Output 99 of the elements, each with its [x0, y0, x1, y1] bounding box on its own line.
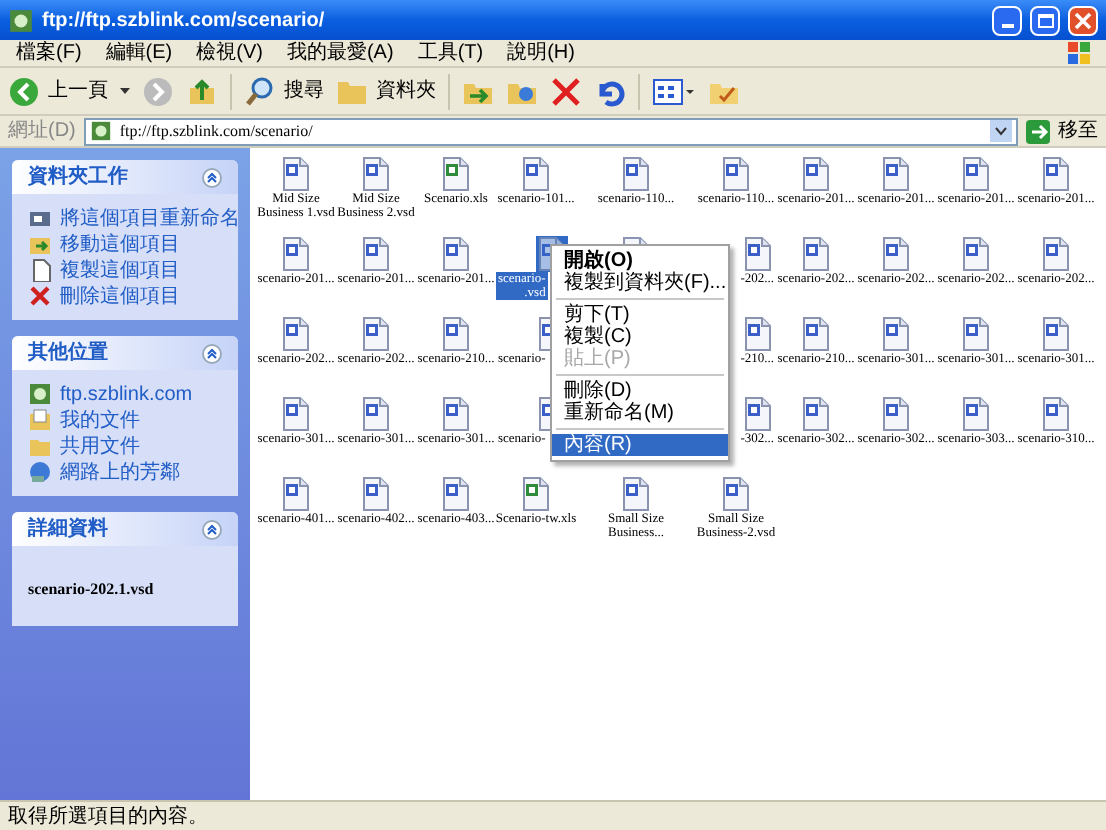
- context-menu-item[interactable]: 內容(R): [552, 434, 728, 456]
- task-link[interactable]: 刪除這個項目: [60, 285, 180, 307]
- menu-item[interactable]: 檔案(F): [16, 43, 82, 63]
- drawing-file-icon: [1040, 316, 1072, 352]
- drawing-file-icon: [960, 316, 992, 352]
- menu-item[interactable]: 檢視(V): [196, 43, 263, 63]
- context-menu-item[interactable]: 重新命名(M): [552, 402, 728, 424]
- drawing-file-icon: [360, 396, 392, 432]
- collapse-icon[interactable]: [202, 519, 222, 539]
- drawing-file-icon: [440, 316, 472, 352]
- task-link[interactable]: 複製這個項目: [60, 259, 180, 281]
- delete-icon[interactable]: [550, 75, 582, 107]
- documents-icon: [28, 408, 52, 432]
- delete-icon: [28, 284, 52, 308]
- drawing-file-icon: [360, 156, 392, 192]
- selected-file-name: scenario-202.1.vsd: [28, 580, 154, 598]
- move-icon: [28, 232, 52, 256]
- go-arrow-icon: [1026, 119, 1050, 143]
- ftp-folder-icon: [89, 120, 112, 142]
- network-icon: [28, 460, 52, 484]
- drawing-file-icon: [800, 316, 832, 352]
- up-folder-icon[interactable]: [186, 75, 218, 107]
- drawing-file-icon: [280, 476, 312, 512]
- panel-header[interactable]: 資料夾工作: [12, 160, 238, 194]
- menu-item[interactable]: 我的最愛(A): [286, 43, 394, 63]
- drawing-file-icon: [620, 476, 652, 512]
- panel-header[interactable]: 詳細資料: [12, 512, 238, 546]
- drawing-file-icon: [440, 396, 472, 432]
- dropdown-caret-icon[interactable]: [120, 87, 130, 95]
- drawing-file-icon: [720, 156, 752, 192]
- drawing-file-icon: [520, 156, 552, 192]
- drawing-file-icon: [742, 316, 774, 352]
- drawing-file-icon: [800, 156, 832, 192]
- context-menu-item[interactable]: 刪除(D): [552, 380, 728, 402]
- menu-item[interactable]: 編輯(E): [105, 43, 173, 63]
- task-link[interactable]: 網路上的芳鄰: [60, 461, 180, 483]
- context-menu-item[interactable]: 複製到資料夾(F)...: [552, 272, 728, 294]
- views-icon[interactable]: [652, 75, 696, 107]
- drawing-file-icon: [880, 236, 912, 272]
- status-bar: 取得所選項目的內容。: [0, 800, 1106, 830]
- drawing-file-icon: [1040, 156, 1072, 192]
- drawing-file-icon: [1040, 236, 1072, 272]
- context-menu-item[interactable]: 剪下(T): [552, 304, 728, 326]
- drawing-file-icon: [880, 316, 912, 352]
- maximize-button[interactable]: [1030, 5, 1060, 35]
- task-link[interactable]: 我的文件: [60, 409, 140, 431]
- folder-icon: [28, 434, 52, 458]
- task-link[interactable]: 將這個項目重新命名: [60, 207, 240, 229]
- drawing-file-icon: [800, 396, 832, 432]
- folders-button[interactable]: 資料夾: [336, 76, 436, 106]
- collapse-icon[interactable]: [202, 343, 222, 363]
- page-icon: [28, 258, 52, 282]
- drawing-file-icon: [880, 156, 912, 192]
- drawing-file-icon: [360, 476, 392, 512]
- drawing-file-icon: [800, 236, 832, 272]
- undo-icon[interactable]: [594, 75, 626, 107]
- menu-item[interactable]: 工具(T): [417, 43, 484, 63]
- task-link[interactable]: 移動這個項目: [60, 233, 180, 255]
- spreadsheet-file-icon: [440, 156, 472, 192]
- task-link[interactable]: 共用文件: [60, 435, 140, 457]
- drawing-file-icon: [742, 396, 774, 432]
- drawing-file-icon: [620, 156, 652, 192]
- back-button[interactable]: 上一頁: [8, 75, 108, 107]
- drawing-file-icon: [280, 316, 312, 352]
- search-icon: [244, 75, 276, 107]
- drawing-file-icon: [960, 156, 992, 192]
- drawing-file-icon: [880, 396, 912, 432]
- windows-logo-icon: [1066, 42, 1090, 64]
- go-button[interactable]: 移至: [1026, 116, 1098, 146]
- minimize-button[interactable]: [992, 5, 1022, 35]
- menu-item[interactable]: 說明(H): [507, 43, 575, 63]
- drawing-file-icon: [720, 476, 752, 512]
- globe-icon: [28, 382, 52, 406]
- folder-icon: [336, 77, 368, 105]
- drawing-file-icon: [960, 396, 992, 432]
- task-link[interactable]: ftp.szblink.com: [60, 383, 193, 405]
- address-label: 網址(D): [8, 117, 76, 146]
- close-icon: [1074, 11, 1092, 29]
- ftp-folder-icon: [8, 7, 34, 33]
- drawing-file-icon: [360, 236, 392, 272]
- spreadsheet-file-icon: [520, 476, 552, 512]
- context-menu-item[interactable]: 複製(C): [552, 326, 728, 348]
- drawing-file-icon: [280, 156, 312, 192]
- drawing-file-icon: [960, 236, 992, 272]
- drawing-file-icon: [280, 236, 312, 272]
- drawing-file-icon: [440, 476, 472, 512]
- drawing-file-icon: [1040, 396, 1072, 432]
- drawing-file-icon: [440, 236, 472, 272]
- close-button[interactable]: [1068, 5, 1098, 35]
- search-button[interactable]: 搜尋: [244, 75, 324, 107]
- window-title: ftp://ftp.szblink.com/scenario/: [42, 7, 327, 35]
- drawing-file-icon: [742, 236, 774, 272]
- panel-header[interactable]: 其他位置: [12, 336, 238, 370]
- drawing-file-icon: [280, 396, 312, 432]
- rename-icon: [28, 206, 52, 230]
- context-menu-item[interactable]: 開啟(O): [552, 250, 728, 272]
- collapse-icon[interactable]: [202, 167, 222, 187]
- address-field[interactable]: ftp://ftp.szblink.com/scenario/: [83, 117, 1018, 145]
- drawing-file-icon: [360, 316, 392, 352]
